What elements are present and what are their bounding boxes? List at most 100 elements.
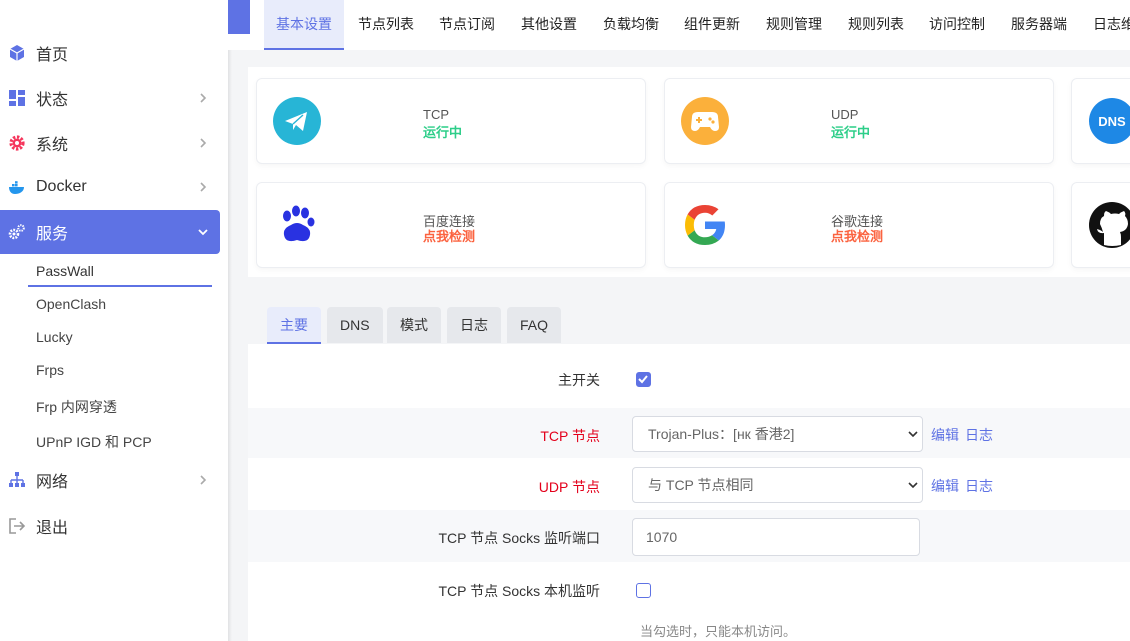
logout-icon <box>9 518 26 534</box>
baidu-status-card[interactable]: 百度连接 点我检测 <box>256 182 646 268</box>
tcp-node-label: TCP 节点 <box>540 428 600 444</box>
sidebar-item-services[interactable]: 服务 <box>0 210 220 254</box>
tab-component-update[interactable]: 组件更新 <box>684 0 740 50</box>
sidebar-shadow <box>228 0 232 641</box>
socks-port-row: TCP 节点 Socks 监听端口 1070 <box>248 510 1130 562</box>
socks-local-checkbox[interactable] <box>636 583 651 598</box>
chevron-down-icon <box>908 431 918 438</box>
sidebar-item-label: 首页 <box>36 47 69 64</box>
subnav-lucky[interactable]: Lucky <box>36 329 73 345</box>
chevron-right-icon <box>200 138 207 148</box>
subtab-log[interactable]: 日志 <box>447 307 501 343</box>
card-title: TCP <box>423 107 449 122</box>
subnav-active-underline <box>28 285 212 287</box>
socks-local-hint: 当勾选时，只能本机访问。 <box>640 624 797 639</box>
tab-load-balance[interactable]: 负载均衡 <box>603 0 659 50</box>
chevron-right-icon <box>200 182 207 192</box>
udp-node-log-link[interactable]: 日志 <box>965 476 993 496</box>
sidebar-item-logout[interactable]: 退出 <box>0 504 220 548</box>
udp-node-label: UDP 节点 <box>538 479 600 495</box>
tcp-node-row: TCP 节点 Trojan-Plus：[нк 香港2] 编辑 日志 <box>248 408 1130 458</box>
main-switch-checkbox[interactable] <box>636 372 651 387</box>
sidebar: 首页 状态 系统 Docker 服务 PassWall OpenClash Lu… <box>0 0 232 641</box>
sidebar-item-system[interactable]: 系统 <box>0 121 220 165</box>
gamepad-icon <box>681 97 729 145</box>
subtab-main[interactable]: 主要 <box>267 307 321 344</box>
baidu-paw-icon <box>283 205 315 242</box>
status-cards: TCP 运行中 UDP 运行中 DNS 百度连接 点我检测 谷歌连接 点我检测 <box>248 67 1130 277</box>
chevron-right-icon <box>200 475 207 485</box>
sidebar-item-status[interactable]: 状态 <box>0 76 220 120</box>
cube-icon <box>9 45 25 61</box>
sidebar-item-label: Docker <box>36 178 87 195</box>
sidebar-item-label: 系统 <box>36 137 69 154</box>
cogs-icon <box>8 224 25 240</box>
subnav-openclash[interactable]: OpenClash <box>36 296 106 312</box>
tab-basic-settings[interactable]: 基本设置 <box>264 0 344 50</box>
tab-log-maintenance[interactable]: 日志维 <box>1093 0 1130 50</box>
tab-other-settings[interactable]: 其他设置 <box>521 0 577 50</box>
chevron-down-icon <box>908 482 918 489</box>
subnav-frp[interactable]: Frp 内网穿透 <box>36 397 117 417</box>
subnav-passwall[interactable]: PassWall <box>36 263 94 279</box>
gear-icon <box>9 135 25 151</box>
docker-icon <box>9 181 24 194</box>
chevron-down-icon <box>198 229 208 236</box>
main-switch-row: 主开关 <box>248 344 1130 408</box>
socks-local-label: TCP 节点 Socks 本机监听 <box>438 583 600 599</box>
udp-node-select[interactable]: 与 TCP 节点相同 <box>632 467 923 503</box>
tab-access-control[interactable]: 访问控制 <box>929 0 985 50</box>
subtab-dns[interactable]: DNS <box>327 307 383 343</box>
check-icon <box>638 375 648 384</box>
tcp-node-edit-link[interactable]: 编辑 <box>931 425 959 445</box>
dashboard-icon <box>9 90 25 106</box>
socks-port-value: 1070 <box>646 529 678 545</box>
sidebar-item-network[interactable]: 网络 <box>0 458 220 502</box>
sidebar-item-label: 退出 <box>36 520 69 537</box>
tab-server-side[interactable]: 服务器端 <box>1011 0 1067 50</box>
sidebar-item-home[interactable]: 首页 <box>0 31 220 75</box>
subnav-upnp[interactable]: UPnP IGD 和 PCP <box>36 432 152 452</box>
tcp-node-select[interactable]: Trojan-Plus：[нк 香港2] <box>632 416 923 452</box>
sidebar-item-label: 网络 <box>36 474 69 491</box>
network-icon <box>9 472 25 487</box>
google-icon <box>685 205 725 245</box>
card-title: UDP <box>831 107 859 122</box>
chevron-right-icon <box>200 93 207 103</box>
sidebar-item-label: 状态 <box>36 92 69 109</box>
dns-status-card: DNS <box>1071 78 1130 164</box>
subtab-mode[interactable]: 模式 <box>387 307 441 343</box>
card-status[interactable]: 点我检测 <box>423 226 475 245</box>
tab-node-subscribe[interactable]: 节点订阅 <box>439 0 495 50</box>
tcp-node-log-link[interactable]: 日志 <box>965 425 993 445</box>
tab-rule-list[interactable]: 规则列表 <box>848 0 904 50</box>
github-status-card <box>1071 182 1130 268</box>
tcp-status-card: TCP 运行中 <box>256 78 646 164</box>
udp-node-row: UDP 节点 与 TCP 节点相同 编辑 日志 <box>248 458 1130 510</box>
sidebar-item-label: 服务 <box>36 226 69 243</box>
sub-tab-bar: 主要 DNS 模式 日志 FAQ <box>248 296 1130 344</box>
card-status: 运行中 <box>831 125 871 140</box>
subnav-frps[interactable]: Frps <box>36 362 64 378</box>
card-status[interactable]: 点我检测 <box>831 226 883 245</box>
tcp-node-value: Trojan-Plus：[нк 香港2] <box>648 426 795 442</box>
socks-local-row: TCP 节点 Socks 本机监听 当勾选时，只能本机访问。 <box>248 562 1130 641</box>
sidebar-item-docker[interactable]: Docker <box>0 165 220 209</box>
dns-icon-label: DNS <box>1098 114 1126 129</box>
accent-strip <box>228 0 250 34</box>
telegram-icon <box>273 97 321 145</box>
card-status: 运行中 <box>423 125 463 140</box>
google-status-card[interactable]: 谷歌连接 点我检测 <box>664 182 1054 268</box>
dns-icon: DNS <box>1089 98 1130 144</box>
settings-panel: 主要 DNS 模式 日志 FAQ 主开关 TCP 节点 Trojan-Plus：… <box>248 296 1130 641</box>
main-switch-label: 主开关 <box>558 372 600 388</box>
tab-rule-manage[interactable]: 规则管理 <box>766 0 822 50</box>
udp-node-edit-link[interactable]: 编辑 <box>931 476 959 496</box>
socks-port-label: TCP 节点 Socks 监听端口 <box>438 530 600 546</box>
top-tab-bar: 基本设置 节点列表 节点订阅 其他设置 负载均衡 组件更新 规则管理 规则列表 … <box>228 0 1130 50</box>
socks-port-input[interactable]: 1070 <box>632 518 920 556</box>
github-icon <box>1089 202 1130 248</box>
udp-status-card: UDP 运行中 <box>664 78 1054 164</box>
tab-node-list[interactable]: 节点列表 <box>358 0 414 50</box>
subtab-faq[interactable]: FAQ <box>507 307 562 343</box>
